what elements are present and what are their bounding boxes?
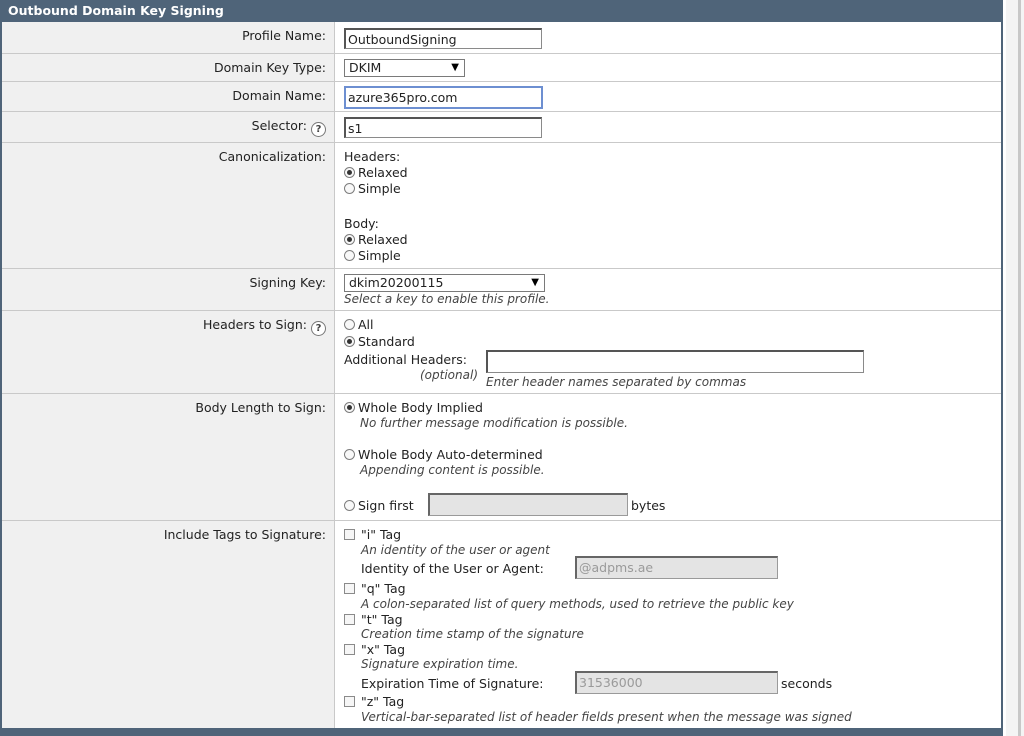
headers-standard-label: Standard — [358, 334, 415, 349]
headers-label: Headers: — [344, 149, 401, 164]
radio-unselected[interactable] — [344, 500, 355, 511]
selector-label-cell: Selector:? — [2, 112, 335, 142]
whole-body-auto-hint: Appending content is possible. — [360, 463, 545, 477]
sign-first-bytes-input[interactable] — [428, 493, 628, 516]
headers-simple-label: Simple — [358, 181, 401, 196]
z-tag-checkbox[interactable] — [344, 696, 355, 707]
row-include-tags: Include Tags to Signature: "i" Tag An id… — [2, 521, 1001, 728]
z-tag-label: "z" Tag — [361, 694, 405, 709]
body-label: Body: — [344, 216, 379, 231]
bytes-unit: bytes — [631, 498, 666, 513]
row-selector: Selector:? s1 — [2, 112, 1001, 143]
whole-body-auto-label: Whole Body Auto-determined — [358, 447, 543, 462]
radio-selected[interactable] — [344, 402, 355, 413]
body-simple-option[interactable]: Simple — [344, 248, 401, 263]
x-tag-checkbox[interactable] — [344, 644, 355, 655]
row-profile-name: Profile Name: OutboundSigning — [2, 22, 1001, 54]
identity-input[interactable]: @adpms.ae — [575, 556, 778, 579]
identity-label: Identity of the User or Agent: — [361, 561, 544, 576]
domain-key-type-select[interactable]: DKIM ▼ — [344, 59, 465, 77]
q-tag-hint: A colon-separated list of query methods,… — [361, 597, 794, 611]
help-icon[interactable]: ? — [311, 321, 326, 336]
i-tag-option[interactable]: "i" Tag — [344, 527, 401, 542]
row-domain-name: Domain Name: azure365pro.com — [2, 82, 1001, 112]
x-tag-option[interactable]: "x" Tag — [344, 642, 405, 657]
headers-relaxed-option[interactable]: Relaxed — [344, 165, 408, 180]
additional-headers-label: Additional Headers: — [344, 352, 467, 367]
i-tag-checkbox[interactable] — [344, 529, 355, 540]
t-tag-label: "t" Tag — [361, 612, 403, 627]
headers-relaxed-label: Relaxed — [358, 165, 408, 180]
row-canonicalization: Canonicalization: Headers: Relaxed Simpl… — [2, 143, 1001, 269]
z-tag-hint: Vertical-bar-separated list of header fi… — [361, 710, 852, 724]
i-tag-label: "i" Tag — [361, 527, 402, 542]
scrollbar-edge — [1018, 0, 1021, 736]
i-tag-hint: An identity of the user or agent — [361, 543, 550, 557]
q-tag-label: "q" Tag — [361, 581, 406, 596]
whole-body-implied-hint: No further message modification is possi… — [360, 416, 628, 430]
chevron-down-icon: ▼ — [531, 277, 539, 288]
expiration-input[interactable]: 31536000 — [575, 671, 778, 694]
additional-headers-input[interactable] — [486, 350, 864, 373]
whole-body-implied-label: Whole Body Implied — [358, 400, 483, 415]
x-tag-hint: Signature expiration time. — [361, 657, 519, 671]
selector-label: Selector: — [251, 118, 307, 133]
body-relaxed-option[interactable]: Relaxed — [344, 232, 408, 247]
row-domain-key-type: Domain Key Type: DKIM ▼ — [2, 54, 1001, 82]
row-signing-key: Signing Key: dkim20200115 ▼ Select a key… — [2, 269, 1001, 311]
signing-key-value: dkim20200115 — [349, 275, 444, 290]
panel-footer-bar — [2, 728, 1001, 736]
expiration-label: Expiration Time of Signature: — [361, 676, 544, 691]
domain-name-input[interactable]: azure365pro.com — [344, 86, 543, 109]
panel-title: Outbound Domain Key Signing — [2, 0, 1001, 22]
headers-to-sign-label-cell: Headers to Sign:? — [2, 311, 335, 393]
sign-first-option[interactable]: Sign first — [344, 498, 414, 513]
body-length-label: Body Length to Sign: — [2, 394, 335, 520]
headers-simple-option[interactable]: Simple — [344, 181, 401, 196]
scrollbar-track[interactable] — [1006, 0, 1024, 736]
signing-key-label: Signing Key: — [2, 269, 335, 310]
domain-key-type-value: DKIM — [349, 60, 382, 75]
sign-first-label: Sign first — [358, 498, 414, 513]
headers-all-label: All — [358, 317, 374, 332]
whole-body-auto-option[interactable]: Whole Body Auto-determined — [344, 447, 543, 462]
signing-key-hint: Select a key to enable this profile. — [344, 292, 550, 306]
z-tag-option[interactable]: "z" Tag — [344, 694, 404, 709]
include-tags-label: Include Tags to Signature: — [2, 521, 335, 728]
help-icon[interactable]: ? — [311, 122, 326, 137]
q-tag-option[interactable]: "q" Tag — [344, 581, 406, 596]
profile-name-input[interactable]: OutboundSigning — [344, 28, 542, 49]
radio-selected[interactable] — [344, 167, 355, 178]
canonicalization-label: Canonicalization: — [2, 143, 335, 268]
q-tag-checkbox[interactable] — [344, 583, 355, 594]
chevron-down-icon: ▼ — [451, 62, 459, 73]
seconds-unit: seconds — [781, 676, 833, 691]
radio-unselected[interactable] — [344, 183, 355, 194]
radio-unselected[interactable] — [344, 319, 355, 330]
selector-input[interactable]: s1 — [344, 117, 542, 138]
radio-selected[interactable] — [344, 336, 355, 347]
optional-label: (optional) — [420, 368, 478, 382]
body-relaxed-label: Relaxed — [358, 232, 408, 247]
headers-standard-option[interactable]: Standard — [344, 334, 415, 349]
domain-name-label: Domain Name: — [2, 82, 335, 111]
headers-all-option[interactable]: All — [344, 317, 374, 332]
additional-headers-hint: Enter header names separated by commas — [486, 375, 747, 389]
radio-unselected[interactable] — [344, 250, 355, 261]
profile-name-label: Profile Name: — [2, 22, 335, 53]
body-simple-label: Simple — [358, 248, 401, 263]
domain-key-type-label: Domain Key Type: — [2, 54, 335, 81]
radio-unselected[interactable] — [344, 449, 355, 460]
t-tag-option[interactable]: "t" Tag — [344, 612, 403, 627]
dkim-profile-panel: Outbound Domain Key Signing Profile Name… — [0, 0, 1003, 736]
t-tag-checkbox[interactable] — [344, 614, 355, 625]
t-tag-hint: Creation time stamp of the signature — [361, 627, 584, 641]
signing-key-select[interactable]: dkim20200115 ▼ — [344, 274, 545, 292]
row-headers-to-sign: Headers to Sign:? All Standard Additiona… — [2, 311, 1001, 394]
x-tag-label: "x" Tag — [361, 642, 406, 657]
whole-body-implied-option[interactable]: Whole Body Implied — [344, 400, 483, 415]
row-body-length: Body Length to Sign: Whole Body Implied … — [2, 394, 1001, 521]
radio-selected[interactable] — [344, 234, 355, 245]
headers-to-sign-label: Headers to Sign: — [203, 317, 307, 332]
